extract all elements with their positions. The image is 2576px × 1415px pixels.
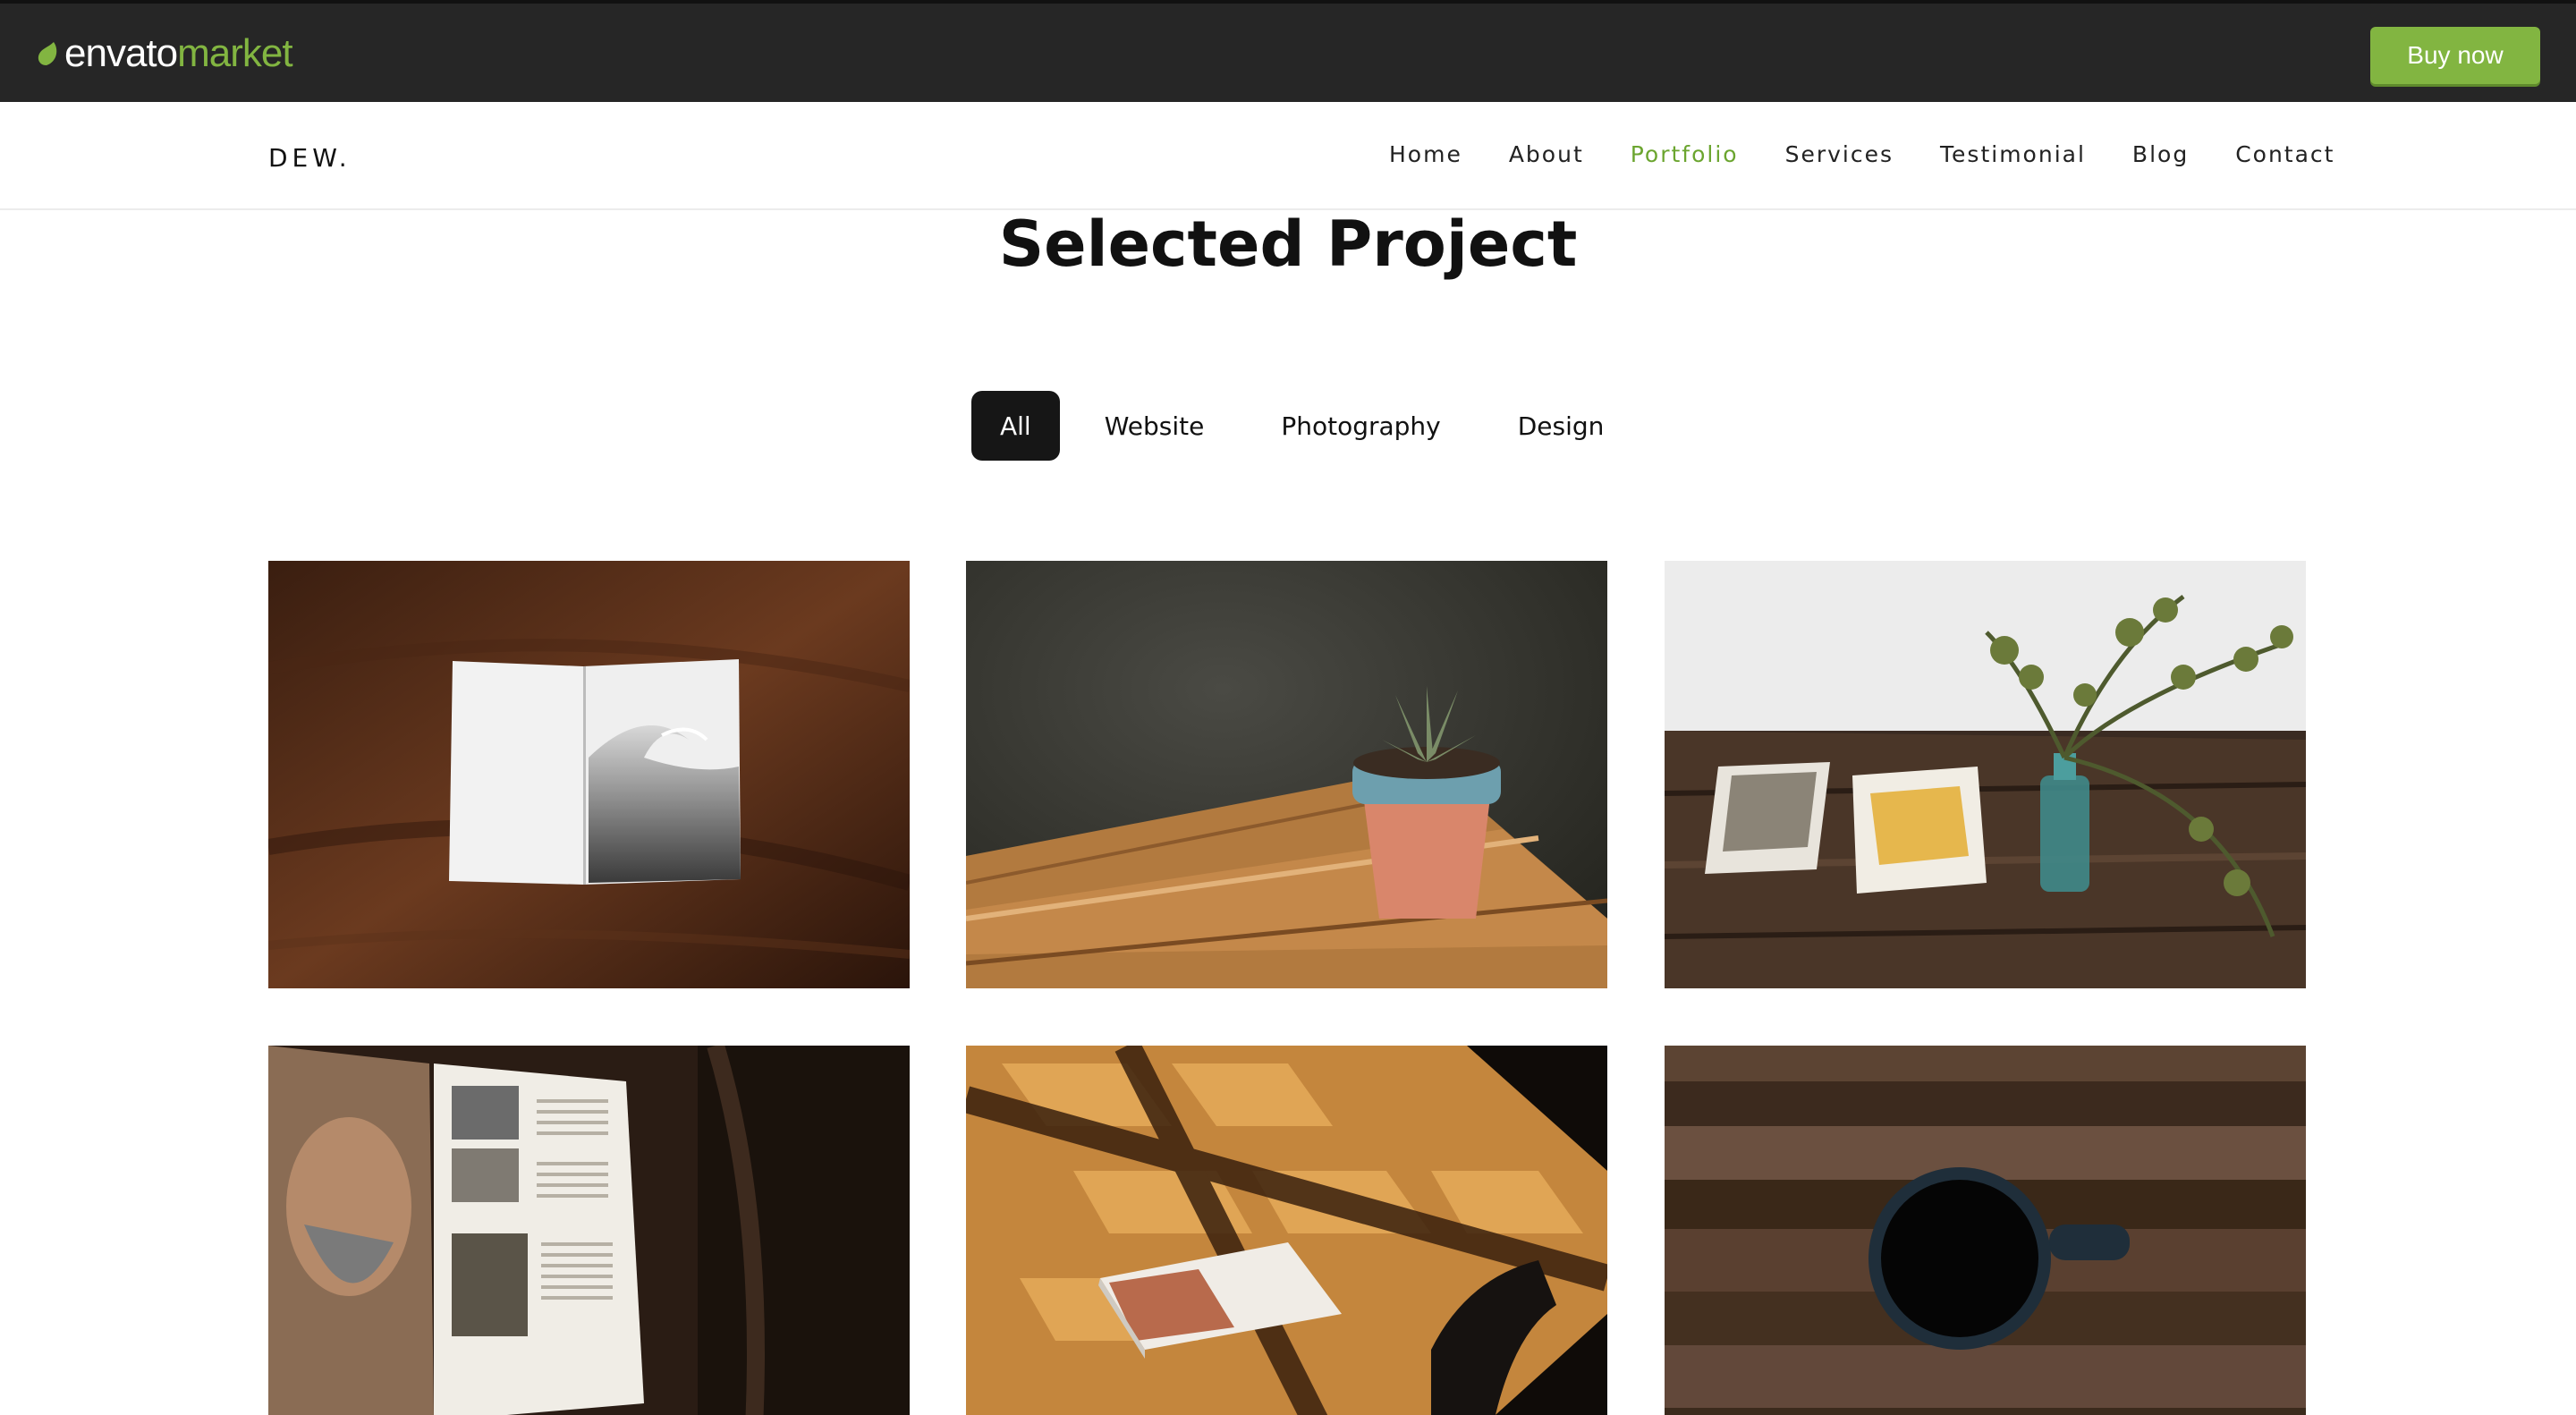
nav-item-services[interactable]: Services bbox=[1785, 141, 1894, 167]
potted-succulent-on-wooden-bench-image bbox=[966, 561, 1607, 988]
portfolio-item[interactable] bbox=[268, 561, 910, 988]
portfolio-item[interactable] bbox=[1665, 561, 2306, 988]
logo-secondary-text: market bbox=[177, 31, 292, 75]
filter-all[interactable]: All bbox=[971, 391, 1060, 461]
magazine-on-sunlit-table-image bbox=[966, 1046, 1607, 1415]
filter-website[interactable]: Website bbox=[1076, 391, 1233, 461]
portfolio-item[interactable] bbox=[966, 1046, 1607, 1415]
site-brand[interactable]: DEW. bbox=[268, 143, 352, 173]
leaf-icon bbox=[38, 42, 57, 65]
nav-item-about[interactable]: About bbox=[1509, 141, 1584, 167]
nav-item-testimonial[interactable]: Testimonial bbox=[1940, 141, 2086, 167]
nav-item-portfolio[interactable]: Portfolio bbox=[1631, 141, 1739, 167]
filter-photography[interactable]: Photography bbox=[1252, 391, 1469, 461]
open-book-on-wooden-table-image bbox=[268, 561, 910, 988]
envato-market-logo[interactable]: envato market bbox=[36, 30, 293, 77]
main-nav: Home About Portfolio Services Testimonia… bbox=[1389, 141, 2334, 167]
nav-item-home[interactable]: Home bbox=[1389, 141, 1462, 167]
books-and-plant-vase-on-table-image bbox=[1665, 561, 2306, 988]
open-magazine-photo-spread-image bbox=[268, 1046, 910, 1415]
nav-item-contact[interactable]: Contact bbox=[2235, 141, 2334, 167]
portfolio-item[interactable] bbox=[966, 561, 1607, 988]
filter-design[interactable]: Design bbox=[1489, 391, 1633, 461]
nav-item-blog[interactable]: Blog bbox=[2132, 141, 2189, 167]
envato-top-bar: envato market Buy now bbox=[0, 0, 2576, 102]
buy-now-button[interactable]: Buy now bbox=[2370, 27, 2540, 84]
logo-primary-text: envato bbox=[64, 31, 178, 75]
portfolio-filter-tabs: All Website Photography Design bbox=[971, 391, 1632, 461]
portfolio-item[interactable] bbox=[268, 1046, 910, 1415]
portfolio-item[interactable] bbox=[1665, 1046, 2306, 1415]
coffee-mug-on-wood-image bbox=[1665, 1046, 2306, 1415]
site-header: DEW. Home About Portfolio Services Testi… bbox=[0, 102, 2576, 210]
page-title: Selected Project bbox=[998, 208, 1578, 281]
